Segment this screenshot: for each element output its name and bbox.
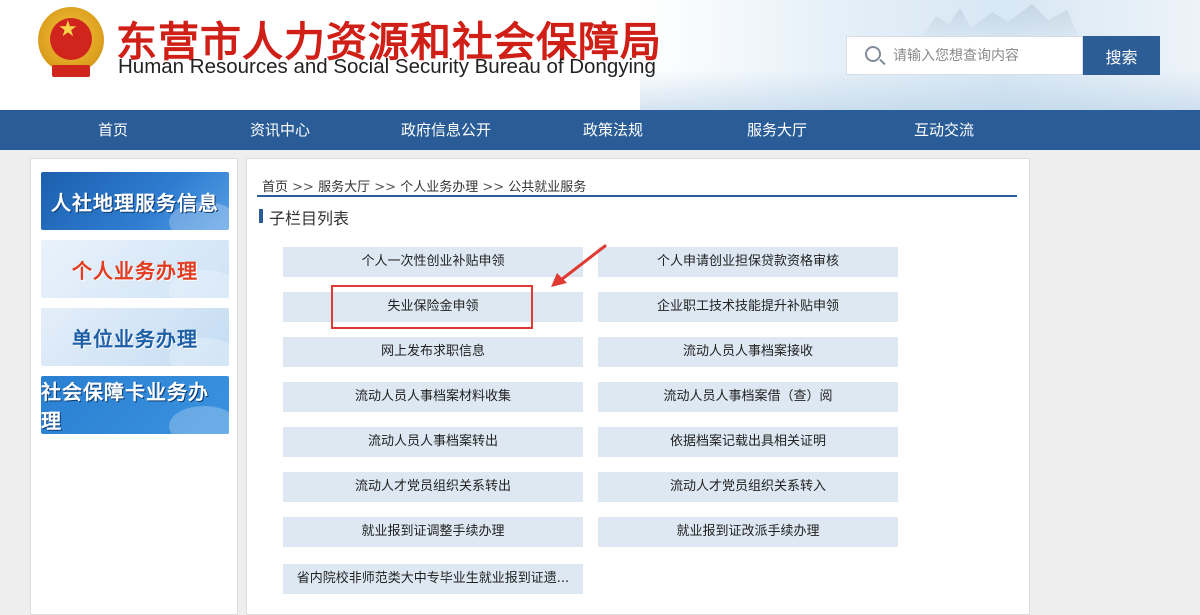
sidebar-banner-unit-business[interactable]: 单位业务办理 xyxy=(41,308,229,366)
sidebar-banner-label: 个人业务办理 xyxy=(72,258,198,283)
breadcrumb-item-personal-business[interactable]: 个人业务办理 xyxy=(400,180,478,195)
sidebar-banner-label: 人社地理服务信息 xyxy=(51,190,219,215)
list-item[interactable]: 流动人才党员组织关系转入 xyxy=(598,472,898,502)
section-marker-icon xyxy=(259,209,263,223)
breadcrumb-divider xyxy=(257,195,1017,197)
annotation-arrow-icon xyxy=(551,244,607,287)
list-item[interactable]: 流动人员人事档案转出 xyxy=(283,427,583,457)
sidebar-banner-label: 单位业务办理 xyxy=(72,326,198,351)
breadcrumb-item-public-employment[interactable]: 公共就业服务 xyxy=(508,180,586,195)
nav-item-home[interactable]: 首页 xyxy=(63,110,163,150)
list-item[interactable]: 网上发布求职信息 xyxy=(283,337,583,367)
nav-item-service-hall[interactable]: 服务大厅 xyxy=(727,110,827,150)
search-input[interactable] xyxy=(893,45,1073,67)
skyline-decoration xyxy=(920,4,1080,40)
list-item[interactable]: 个人一次性创业补贴申领 xyxy=(283,247,583,277)
list-item[interactable]: 个人申请创业担保贷款资格审核 xyxy=(598,247,898,277)
emblem-base xyxy=(52,65,90,77)
list-item[interactable]: 省内院校非师范类大中专毕业生就业报到证遗... xyxy=(283,564,583,594)
breadcrumb-item-service-hall[interactable]: 服务大厅 xyxy=(318,180,370,195)
list-item[interactable]: 就业报到证改派手续办理 xyxy=(598,517,898,547)
breadcrumb-separator: >> xyxy=(292,180,314,195)
header: ★ 东营市人力资源和社会保障局 Human Resources and Soci… xyxy=(0,0,1200,110)
sidebar-banner-geo-service[interactable]: 人社地理服务信息 xyxy=(41,172,229,230)
breadcrumb: 首页 >> 服务大厅 >> 个人业务办理 >> 公共就业服务 xyxy=(262,176,586,195)
list-item[interactable]: 流动人才党员组织关系转出 xyxy=(283,472,583,502)
water-decoration xyxy=(640,70,1200,110)
breadcrumb-separator: >> xyxy=(374,180,397,195)
search-icon xyxy=(865,46,881,62)
search-button[interactable]: 搜索 xyxy=(1083,36,1160,75)
list-item[interactable]: 流动人员人事档案借（查）阅 xyxy=(598,382,898,412)
national-emblem-logo: ★ xyxy=(38,7,104,79)
highlight-annotation-box xyxy=(331,285,533,329)
sidebar-banner-social-security-card[interactable]: 社会保障卡业务办理 xyxy=(41,376,229,434)
star-icon: ★ xyxy=(58,17,78,42)
list-item[interactable]: 依据档案记载出具相关证明 xyxy=(598,427,898,457)
sidebar-banner-label: 社会保障卡业务办理 xyxy=(41,380,209,433)
nav-item-news[interactable]: 资讯中心 xyxy=(230,110,330,150)
breadcrumb-separator: >> xyxy=(482,180,505,195)
breadcrumb-item-home[interactable]: 首页 xyxy=(262,180,288,195)
list-item[interactable]: 流动人员人事档案材料收集 xyxy=(283,382,583,412)
main-nav: 首页 资讯中心 政府信息公开 政策法规 服务大厅 互动交流 xyxy=(0,110,1200,150)
site-title-en: Human Resources and Social Security Bure… xyxy=(118,55,656,78)
list-item[interactable]: 就业报到证调整手续办理 xyxy=(283,517,583,547)
list-item[interactable]: 企业职工技术技能提升补贴申领 xyxy=(598,292,898,322)
nav-item-gov-info[interactable]: 政府信息公开 xyxy=(386,110,506,150)
nav-item-policy[interactable]: 政策法规 xyxy=(563,110,663,150)
section-title: 子栏目列表 xyxy=(269,209,350,228)
sidebar: 人社地理服务信息 个人业务办理 单位业务办理 社会保障卡业务办理 xyxy=(30,158,238,615)
search-box xyxy=(846,36,1083,75)
main-content: 首页 >> 服务大厅 >> 个人业务办理 >> 公共就业服务 子栏目列表 个人一… xyxy=(246,158,1030,615)
nav-item-interaction[interactable]: 互动交流 xyxy=(894,110,994,150)
sidebar-banner-personal-business[interactable]: 个人业务办理 xyxy=(41,240,229,298)
list-item[interactable]: 流动人员人事档案接收 xyxy=(598,337,898,367)
